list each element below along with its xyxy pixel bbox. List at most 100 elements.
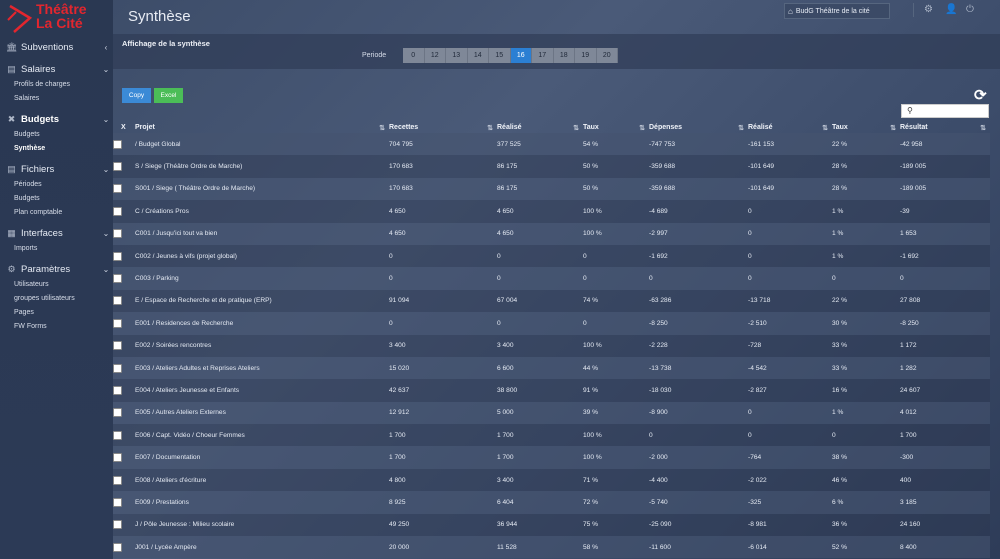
- power-icon[interactable]: ⏻: [966, 4, 974, 15]
- cell-realise-depenses: -13 718: [748, 297, 771, 305]
- refresh-icon[interactable]: ⟳: [974, 86, 987, 104]
- col-header-realise[interactable]: Réalisé ⇅: [497, 124, 583, 132]
- col-header-recettes[interactable]: Recettes ⇅: [389, 124, 497, 132]
- table-row[interactable]: E002 / Soirées rencontres 3 400 3 400 100 %…: [113, 334, 990, 357]
- table-row[interactable]: E009 / Prestations 8 925 6 404 72 % -5 740 -3…: [113, 491, 990, 514]
- sidebar-item-synth-se[interactable]: Synthèse: [0, 142, 113, 156]
- row-checkbox[interactable]: [113, 363, 122, 373]
- cell-recettes: 20 000: [389, 543, 410, 551]
- period-button-12[interactable]: 12: [424, 48, 446, 63]
- search-input[interactable]: [916, 106, 986, 116]
- period-button-20[interactable]: 20: [596, 48, 618, 63]
- table-row[interactable]: / Budget Global 704 795 377 525 54 % -747 75…: [113, 133, 990, 156]
- col-header-taux-depenses[interactable]: Taux ⇅: [832, 124, 900, 132]
- sidebar-section-budgets[interactable]: ✖ Budgets ⌄: [0, 110, 113, 128]
- period-button-0[interactable]: 0: [403, 48, 425, 63]
- row-checkbox[interactable]: [113, 341, 122, 351]
- row-checkbox[interactable]: [113, 385, 122, 395]
- row-checkbox[interactable]: [113, 139, 122, 149]
- col-header-x[interactable]: X: [113, 124, 133, 131]
- cell-resultat: -39: [900, 207, 910, 215]
- row-checkbox[interactable]: [113, 542, 122, 552]
- cell-taux: 54 %: [583, 140, 599, 148]
- row-checkbox[interactable]: [113, 430, 122, 440]
- table-row[interactable]: E001 / Residences de Recherche 0 0 0 -8 250 -…: [113, 312, 990, 335]
- cell-depenses: -359 688: [649, 185, 676, 193]
- row-checkbox[interactable]: [113, 162, 122, 172]
- col-header-resultat[interactable]: Résultat ⇅: [900, 124, 990, 132]
- sidebar-item-groupes-utilisateurs[interactable]: groupes utilisateurs: [0, 292, 113, 306]
- period-button-18[interactable]: 18: [553, 48, 575, 63]
- user-icon[interactable]: 👤: [945, 4, 957, 15]
- table-row[interactable]: C003 / Parking 0 0 0 0 0 0 0: [113, 267, 990, 290]
- period-button-15[interactable]: 15: [489, 48, 511, 63]
- table-row[interactable]: J / Pôle Jeunesse : Milieu scolaire 49 25…: [113, 513, 990, 537]
- table-row[interactable]: E003 / Ateliers Adultes et Reprises Atel…: [113, 356, 990, 380]
- cell-realise-depenses: -8 981: [748, 521, 767, 529]
- site-select[interactable]: ⌂ BudG Théâtre de la cité: [784, 3, 890, 19]
- row-checkbox[interactable]: [113, 296, 122, 306]
- period-button-17[interactable]: 17: [532, 48, 554, 63]
- period-button-13[interactable]: 13: [446, 48, 468, 63]
- table-row[interactable]: C001 / Jusqu'ici tout va bien 4 650 4 650 1…: [113, 222, 990, 245]
- cell-taux: 0: [583, 275, 587, 283]
- excel-button[interactable]: Excel: [154, 88, 183, 103]
- table-row[interactable]: E006 / Capt. Vidéo / Choeur Femmes 1 700 1…: [113, 424, 990, 447]
- row-checkbox[interactable]: [113, 274, 122, 284]
- table-row[interactable]: E008 / Ateliers d'écriture 4 800 3 400 71 %…: [113, 468, 990, 492]
- row-checkbox[interactable]: [113, 475, 122, 485]
- sidebar-item-utilisateurs[interactable]: Utilisateurs: [0, 278, 113, 292]
- sidebar-item-plan-comptable[interactable]: Plan comptable: [0, 206, 113, 220]
- brand-logo[interactable]: Théâtre La Cité: [6, 2, 106, 36]
- settings-gear-icon[interactable]: ⚙: [924, 4, 933, 15]
- cell-recettes: 170 683: [389, 185, 413, 193]
- row-checkbox[interactable]: [113, 184, 122, 194]
- period-button-14[interactable]: 14: [467, 48, 489, 63]
- sidebar-section-salaires[interactable]: ▤ Salaires ⌄: [0, 60, 113, 78]
- row-checkbox[interactable]: [113, 251, 122, 261]
- table-row[interactable]: E007 / Documentation 1 700 1 700 100 % -2 00…: [113, 446, 990, 469]
- cell-resultat: -1 692: [900, 252, 919, 260]
- row-checkbox[interactable]: [113, 497, 122, 507]
- row-checkbox[interactable]: [113, 229, 122, 239]
- cell-realise: 6 600: [497, 364, 514, 372]
- period-button-16[interactable]: 16: [510, 48, 532, 63]
- table-row[interactable]: E004 / Ateliers Jeunesse et Enfants 42 63…: [113, 379, 990, 402]
- row-checkbox[interactable]: [113, 318, 122, 328]
- row-checkbox[interactable]: [113, 453, 122, 463]
- col-header-projet[interactable]: Projet ⇅: [133, 124, 389, 132]
- cell-projet: E006 / Capt. Vidéo / Choeur Femmes: [135, 431, 245, 439]
- row-checkbox[interactable]: [113, 206, 122, 216]
- sidebar-section-interfaces[interactable]: ▦ Interfaces ⌄: [0, 224, 113, 242]
- copy-button[interactable]: Copy: [122, 88, 151, 103]
- table-row[interactable]: E005 / Autres Ateliers Externes 12 912 5 0…: [113, 401, 990, 425]
- sidebar-item-budgets[interactable]: Budgets: [0, 128, 113, 142]
- cell-taux: 100 %: [583, 207, 602, 215]
- row-checkbox[interactable]: [113, 408, 122, 418]
- sidebar-item-budgets[interactable]: Budgets: [0, 192, 113, 206]
- row-checkbox[interactable]: [113, 520, 122, 530]
- sidebar-item-fw-forms[interactable]: FW Forms: [0, 320, 113, 334]
- sidebar-section-param-tres[interactable]: ⚙ Paramètres ⌄: [0, 260, 113, 278]
- sidebar-item-pages[interactable]: Pages: [0, 306, 113, 320]
- col-header-realise-depenses[interactable]: Réalisé ⇅: [748, 124, 832, 132]
- cell-depenses: 0: [649, 275, 653, 283]
- sidebar-item-imports[interactable]: Imports: [0, 242, 113, 256]
- search-box[interactable]: ⚲: [901, 104, 989, 118]
- table-row[interactable]: S / Siege (Théâtre Ordre de Marche) 170 6…: [113, 155, 990, 178]
- col-header-taux[interactable]: Taux ⇅: [583, 124, 649, 132]
- col-header-depenses[interactable]: Dépenses ⇅: [649, 124, 748, 132]
- sidebar-item-salaires[interactable]: Salaires: [0, 92, 113, 106]
- table-row[interactable]: C / Créations Pros 4 650 4 650 100 % -4 689 0…: [113, 200, 990, 223]
- table-row[interactable]: E / Espace de Recherche et de pratique (…: [113, 289, 990, 313]
- sidebar-item-profils-de-charges[interactable]: Profils de charges: [0, 78, 113, 92]
- table-row[interactable]: S001 / Siege ( Théâtre Ordre de Marche) 1…: [113, 177, 990, 201]
- table-row[interactable]: J001 / Lycée Ampère 20 000 11 528 58 % -11 6…: [113, 536, 990, 559]
- sidebar-section-fichiers[interactable]: ▤ Fichiers ⌄: [0, 160, 113, 178]
- sidebar-item-p-riodes[interactable]: Périodes: [0, 178, 113, 192]
- cell-resultat: -189 005: [900, 163, 927, 171]
- table-row[interactable]: C002 / Jeunes à vifs (projet global) 0 0 0 -…: [113, 244, 990, 268]
- sidebar-section-subventions[interactable]: 🏛 Subventions ‹: [0, 38, 113, 56]
- period-button-19[interactable]: 19: [575, 48, 597, 63]
- cell-realise-depenses: -6 014: [748, 543, 767, 551]
